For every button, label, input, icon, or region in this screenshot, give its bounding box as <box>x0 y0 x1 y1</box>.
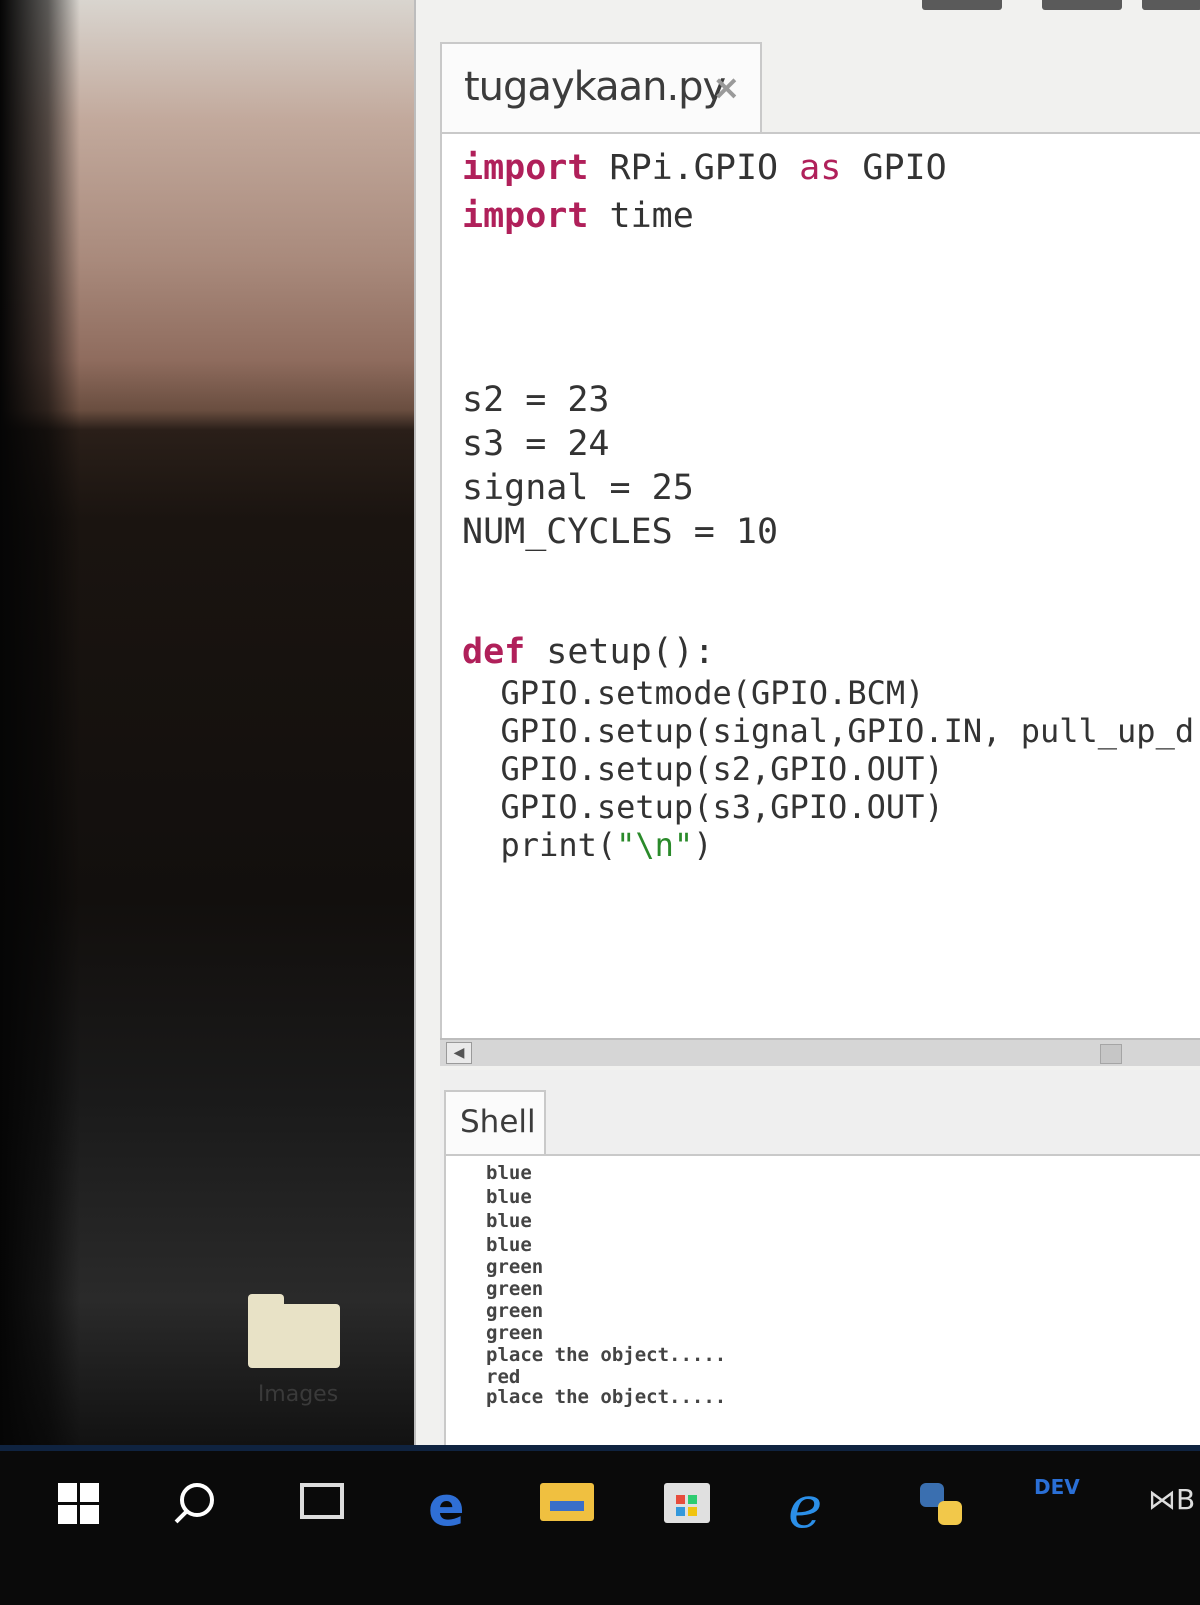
shell-output[interactable]: blue blue blue blue green green green gr… <box>444 1154 1200 1445</box>
shell-line: place the object..... <box>486 1344 727 1366</box>
code-line: import time <box>462 196 694 236</box>
shell-panel: Shell blue blue blue blue green green gr… <box>440 1070 1200 1445</box>
shell-line: blue <box>486 1234 532 1256</box>
code-text: GPIO <box>841 148 947 188</box>
code-line: NUM_CYCLES = 10 <box>462 512 779 552</box>
code-text: print( <box>462 826 617 864</box>
folder-label[interactable]: Images <box>248 1382 348 1407</box>
shell-line: green <box>486 1322 544 1344</box>
keyword: def <box>462 632 526 672</box>
code-line: s3 = 24 <box>462 424 610 464</box>
shell-line: place the object..... <box>486 1386 727 1408</box>
wallpaper-shade <box>0 0 80 1445</box>
shell-line: red <box>486 1366 521 1388</box>
code-line: GPIO.setmode(GPIO.BCM) <box>462 674 925 712</box>
code-text: time <box>588 196 694 236</box>
keyword: import <box>462 148 589 188</box>
shell-line: green <box>486 1278 544 1300</box>
taskbar: e e DEV ⋈B <box>0 1445 1200 1605</box>
code-text: ) <box>693 826 713 864</box>
code-line: import RPi.GPIO as GPIO <box>462 148 947 188</box>
edge-icon[interactable]: e <box>428 1475 465 1538</box>
shell-line: blue <box>486 1186 532 1208</box>
close-tab-icon[interactable]: × <box>712 68 741 108</box>
code-line: GPIO.setup(s2,GPIO.OUT) <box>462 750 944 788</box>
store-icon[interactable] <box>664 1483 710 1523</box>
code-text: setup(): <box>525 632 715 672</box>
shell-tab-label[interactable]: Shell <box>460 1104 536 1140</box>
file-explorer-icon[interactable] <box>540 1483 594 1521</box>
dev-icon[interactable]: DEV <box>1034 1475 1084 1515</box>
shell-line: green <box>486 1300 544 1322</box>
editor-tab-title[interactable]: tugaykaan.py <box>464 64 726 110</box>
shell-line: blue <box>486 1162 532 1184</box>
code-line: signal = 25 <box>462 468 694 508</box>
code-line: s2 = 23 <box>462 380 610 420</box>
visual-studio-icon[interactable]: ⋈B <box>1148 1483 1195 1516</box>
internet-explorer-icon[interactable]: e <box>788 1473 822 1541</box>
shell-line: green <box>486 1256 544 1278</box>
desktop-wallpaper: Images <box>0 0 430 1445</box>
horizontal-scrollbar[interactable]: ◀ <box>440 1038 1200 1066</box>
editor-tab[interactable]: tugaykaan.py × <box>440 42 762 134</box>
search-icon[interactable] <box>180 1483 214 1517</box>
code-line: GPIO.setup(signal,GPIO.IN, pull_up_d <box>462 712 1195 750</box>
window-controls <box>882 0 1200 12</box>
code-editor[interactable]: import RPi.GPIO as GPIO import time s2 =… <box>440 132 1200 1040</box>
code-line: def setup(): <box>462 632 715 672</box>
code-line: GPIO.setup(s3,GPIO.OUT) <box>462 788 944 826</box>
window-button[interactable] <box>1142 0 1200 10</box>
string-literal: "\n" <box>616 826 694 864</box>
code-text: RPi.GPIO <box>588 148 800 188</box>
window-button[interactable] <box>1042 0 1122 10</box>
thonny-ide-window: tugaykaan.py × import RPi.GPIO as GPIO i… <box>414 0 1200 1445</box>
shell-line: blue <box>486 1210 532 1232</box>
python-icon[interactable] <box>920 1483 964 1527</box>
scroll-thumb[interactable] <box>1100 1044 1122 1064</box>
shell-tab[interactable]: Shell <box>444 1090 546 1154</box>
window-button[interactable] <box>922 0 1002 10</box>
code-line: print("\n") <box>462 826 713 864</box>
windows-start-icon[interactable] <box>58 1483 100 1525</box>
task-view-icon[interactable] <box>300 1483 344 1519</box>
folder-icon[interactable] <box>248 1294 340 1368</box>
keyword: import <box>462 196 589 236</box>
scroll-left-arrow-icon[interactable]: ◀ <box>446 1042 472 1064</box>
keyword: as <box>799 148 842 188</box>
